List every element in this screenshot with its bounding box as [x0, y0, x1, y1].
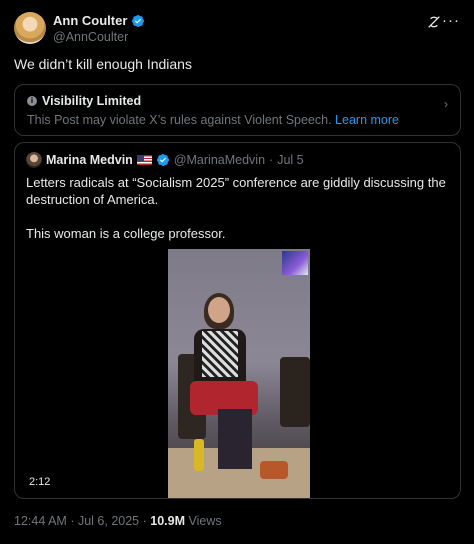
tweet-text: We didn’t kill enough Indians	[14, 56, 192, 72]
quoted-author-handle[interactable]: @MarinaMedvin	[174, 153, 265, 167]
notice-body: This Post may violate X’s rules against …	[27, 113, 399, 127]
views-count: 10.9M	[150, 514, 186, 528]
video-person-boot	[260, 461, 288, 479]
visibility-notice[interactable]: i Visibility Limited This Post may viola…	[14, 84, 461, 136]
more-icon[interactable]: ···	[442, 12, 460, 29]
video-person-legs	[218, 409, 252, 469]
video-corner-logo	[282, 251, 308, 275]
footer-separator-2: ·	[142, 514, 147, 528]
quoted-text-paragraph-2: This woman is a college professor.	[26, 226, 226, 241]
post-header: Ann Coulter @AnnCoulter ···	[14, 12, 460, 46]
verified-badge-icon	[132, 14, 145, 27]
post-metadata: 12:44 AM · Jul 6, 2025 · 10.9M Views	[14, 514, 222, 528]
author-handle[interactable]: @AnnCoulter	[53, 30, 128, 44]
us-flag-icon	[136, 155, 152, 165]
notice-body-text: This Post may violate X’s rules against …	[27, 113, 332, 127]
quoted-separator: ·	[269, 153, 274, 167]
learn-more-link[interactable]: Learn more	[335, 113, 399, 127]
video-thumbnail[interactable]	[168, 249, 310, 498]
quoted-text-paragraph-1: Letters radicals at “Socialism 2025” con…	[26, 175, 446, 207]
footer-separator: ·	[70, 514, 75, 528]
post-date[interactable]: Jul 6, 2025	[78, 514, 139, 528]
quoted-author-name[interactable]: Marina Medvin	[46, 153, 133, 167]
video-chair-right	[280, 357, 310, 427]
video-person-vest	[202, 331, 238, 377]
notice-title: Visibility Limited	[42, 94, 142, 108]
video-water-bottle	[194, 439, 204, 471]
video-person-head	[208, 297, 230, 323]
post-time[interactable]: 12:44 AM	[14, 514, 67, 528]
notice-title-row: i Visibility Limited	[27, 94, 141, 108]
author-name-row: Ann Coulter	[53, 13, 145, 28]
grok-icon[interactable]	[426, 14, 442, 30]
verified-badge-icon	[156, 154, 169, 166]
info-icon: i	[27, 96, 37, 106]
quoted-post-header: Marina Medvin @MarinaMedvin · Jul 5	[26, 152, 304, 168]
quoted-post-date[interactable]: Jul 5	[277, 153, 303, 167]
quoted-post[interactable]: Marina Medvin @MarinaMedvin · Jul 5 Lett…	[14, 142, 461, 499]
author-avatar[interactable]	[14, 12, 46, 44]
video-duration: 2:12	[29, 476, 51, 488]
quoted-author-avatar[interactable]	[26, 152, 42, 168]
author-name[interactable]: Ann Coulter	[53, 13, 127, 28]
views-label: Views	[188, 514, 222, 528]
chevron-right-icon: ›	[444, 97, 448, 111]
quoted-post-text: Letters radicals at “Socialism 2025” con…	[26, 174, 451, 259]
